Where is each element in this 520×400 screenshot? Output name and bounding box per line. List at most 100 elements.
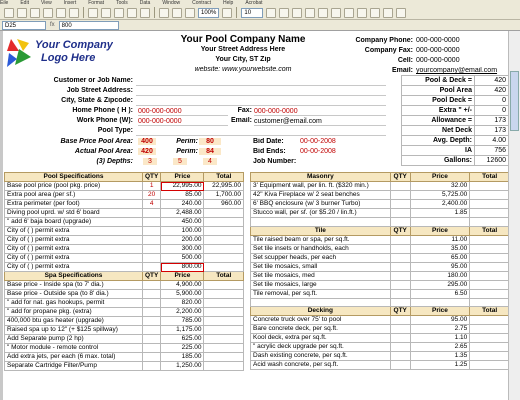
perim-value-2[interactable]: 84 [199,148,221,155]
total-cell[interactable] [469,234,508,245]
currency-icon[interactable] [344,7,355,18]
total-cell[interactable] [469,315,508,325]
email-icon[interactable] [43,7,53,18]
item-cell[interactable]: " add for nat. gas hookups, permit [4,298,143,308]
align-left-icon[interactable] [305,7,316,18]
price-cell[interactable]: 225.00 [160,343,205,353]
total-cell[interactable] [203,217,244,227]
total-cell[interactable] [469,243,508,254]
qty-cell[interactable] [389,342,411,352]
price-cell[interactable]: 300.00 [160,244,205,254]
qty-cell[interactable] [389,261,411,272]
price-cell[interactable]: 5,900.00 [160,289,205,299]
item-cell[interactable]: Add extra jets, per each (6 max. total) [4,352,143,362]
bid-ends-value[interactable]: 00-00-2008 [300,148,336,155]
qty-cell[interactable] [389,190,411,200]
qty-cell[interactable] [141,244,162,254]
bold-icon[interactable] [266,7,277,18]
undo-icon[interactable] [127,7,137,18]
price-cell[interactable]: 2,200.00 [160,307,205,317]
price-cell[interactable]: 95.00 [409,315,471,325]
qty-cell[interactable] [389,360,411,370]
worksheet[interactable]: Your Company Logo Here Your Pool Company… [0,31,508,400]
total-cell[interactable] [469,279,508,290]
price-cell[interactable]: 1.10 [409,333,471,343]
customer-email-field[interactable]: customer@email.com [254,117,386,126]
item-cell[interactable]: " add 6' baja board (upgrade) [4,217,143,227]
formula-input[interactable]: 800 [58,20,119,30]
item-cell[interactable]: Kool deck, extra per sq.ft. [250,333,391,343]
qty-cell[interactable] [141,208,162,218]
depth-2[interactable]: 5 [173,158,187,165]
price-cell[interactable]: 185.00 [160,352,205,362]
total-cell[interactable] [469,261,508,272]
total-cell[interactable]: 22,995.00 [203,181,244,191]
qty-cell[interactable] [141,361,162,371]
align-center-icon[interactable] [318,7,329,18]
total-cell[interactable] [469,190,508,200]
qty-cell[interactable] [389,324,411,334]
item-cell[interactable]: Set tile insets or handholds, each [250,243,391,254]
empty-cell[interactable] [469,297,508,307]
total-cell[interactable] [469,324,508,334]
summary-value[interactable]: 12600 [474,155,508,166]
total-cell[interactable] [203,280,244,290]
item-cell[interactable]: Diving pool uprd. w/ std 6' board [4,208,143,218]
item-cell[interactable]: City of ( ) permit extra [4,262,143,272]
qty-cell[interactable] [141,235,162,245]
qty-cell[interactable] [389,288,411,299]
total-cell[interactable] [203,334,244,344]
print-icon[interactable] [56,7,66,18]
price-cell[interactable]: 32.00 [409,181,471,191]
paste-icon[interactable] [114,7,124,18]
item-cell[interactable]: Tile raised beam or spa, per sq.ft. [250,234,391,245]
summary-value[interactable]: 420 [474,75,508,86]
company-fax[interactable]: 000-000-0000 [416,47,460,54]
scrollbar-thumb[interactable] [510,71,519,131]
item-cell[interactable]: " add for propane pkg. (extra) [4,307,143,317]
item-cell[interactable]: 6' BBQ enclosure (w/ 3 burner Turbo) [250,199,391,209]
help-icon[interactable] [222,7,233,18]
price-cell[interactable]: 4,900.00 [160,280,205,290]
price-cell[interactable]: 6.50 [409,288,471,299]
price-cell[interactable]: 1.35 [409,351,471,361]
item-cell[interactable]: Tile removal, per sq.ft. [250,288,391,299]
qty-cell[interactable] [389,208,411,218]
company-phone[interactable]: 000-000-0000 [416,37,460,44]
home-phone-field[interactable]: 000-000-0000 [138,107,228,116]
qty-cell[interactable] [141,280,162,290]
qty-cell[interactable] [389,181,411,191]
summary-value[interactable]: 173 [474,125,508,136]
total-cell[interactable] [203,226,244,236]
item-cell[interactable]: Base price - Inside spa (to 7' dia.) [4,280,143,290]
qty-cell[interactable] [141,334,162,344]
pool-type-field[interactable] [136,127,386,136]
price-cell[interactable]: 450.00 [160,217,205,227]
price-cell[interactable]: 785.00 [160,316,205,326]
price-cell[interactable]: 2.65 [409,342,471,352]
item-cell[interactable]: Acid wash concrete, per sq.ft. [250,360,391,370]
base-area-value[interactable]: 400 [138,138,156,145]
item-cell[interactable]: " Motor module - remote control [4,343,143,353]
qty-cell[interactable] [141,262,162,272]
item-cell[interactable]: Raised spa up to 12" (+ $125 spillway) [4,325,143,335]
item-cell[interactable]: City of ( ) permit extra [4,226,143,236]
empty-cell[interactable] [250,217,391,227]
italic-icon[interactable] [279,7,290,18]
total-cell[interactable] [203,343,244,353]
price-cell[interactable]: 800.00 [160,262,205,272]
total-cell[interactable] [469,342,508,352]
total-cell[interactable] [469,270,508,281]
qty-cell[interactable] [141,253,162,263]
item-cell[interactable]: Separate Cartridge Filter/Pump [4,361,143,371]
qty-cell[interactable]: 1 [141,181,162,191]
cut-icon[interactable] [88,7,98,18]
sum-icon[interactable] [159,7,169,18]
customer-name-field[interactable] [136,77,386,86]
item-cell[interactable]: Stucco wall, per sf. (or $5.20 / lin.ft.… [250,208,391,218]
work-phone-field[interactable]: 000-000-0000 [138,117,228,126]
price-cell[interactable]: 5,725.00 [409,190,471,200]
qty-cell[interactable] [141,325,162,335]
total-cell[interactable] [469,333,508,343]
total-cell[interactable] [203,244,244,254]
